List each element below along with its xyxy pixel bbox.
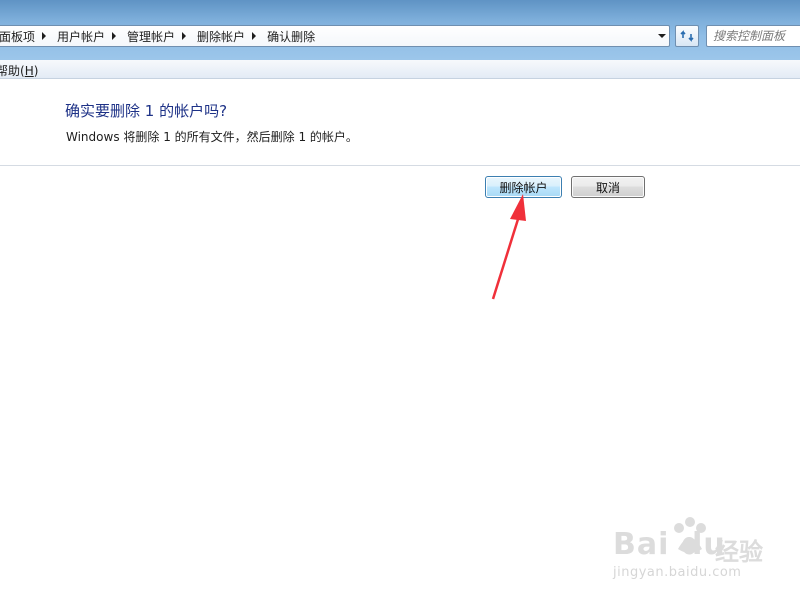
breadcrumb-item[interactable]: 确认删除 xyxy=(267,26,320,46)
arrow-shaft xyxy=(491,215,521,300)
breadcrumb-item[interactable]: 管理帐户 xyxy=(127,26,197,46)
menu-help-key: H xyxy=(24,64,34,78)
cancel-button[interactable]: 取消 xyxy=(571,176,645,198)
breadcrumb-label[interactable]: 面板项 xyxy=(0,28,40,45)
chevron-right-icon[interactable] xyxy=(250,32,258,40)
breadcrumb-item[interactable]: 面板项 xyxy=(0,26,57,46)
window-frame: 面板项 用户帐户 管理帐户 删除帐户 确认删除 xyxy=(0,0,800,60)
chevron-right-icon[interactable] xyxy=(40,32,48,40)
menu-bar: 帮助(H) xyxy=(0,60,800,79)
divider xyxy=(0,165,800,166)
confirm-description: Windows 将删除 1 的所有文件，然后删除 1 的帐户。 xyxy=(66,130,358,144)
breadcrumb-label[interactable]: 管理帐户 xyxy=(127,28,180,45)
watermark-url: jingyan.baidu.com xyxy=(613,565,742,580)
paw-icon xyxy=(674,517,706,553)
breadcrumb-label[interactable]: 确认删除 xyxy=(267,28,320,45)
menu-help-prefix: 帮助( xyxy=(0,64,25,78)
menu-help-suffix: ) xyxy=(33,64,39,78)
search-input-container[interactable] xyxy=(706,25,800,47)
watermark: Bai du 经验 jingyan.baidu.com xyxy=(613,515,798,585)
address-bar[interactable]: 面板项 用户帐户 管理帐户 删除帐户 确认删除 xyxy=(0,25,670,47)
arrow-head xyxy=(510,194,526,221)
search-input[interactable] xyxy=(707,26,800,46)
watermark-text: 经验 xyxy=(715,538,763,566)
chevron-right-icon[interactable] xyxy=(110,32,118,40)
breadcrumb-label[interactable]: 删除帐户 xyxy=(197,28,250,45)
menu-item-help[interactable]: 帮助(H) xyxy=(0,62,38,79)
breadcrumb-label[interactable]: 用户帐户 xyxy=(57,28,110,45)
annotation-arrow-icon xyxy=(491,194,526,300)
breadcrumb-item[interactable]: 删除帐户 xyxy=(197,26,267,46)
chevron-right-icon[interactable] xyxy=(180,32,188,40)
refresh-icon xyxy=(680,30,694,42)
breadcrumb-item[interactable]: 用户帐户 xyxy=(57,26,127,46)
page-title: 确实要删除 1 的帐户吗? xyxy=(65,102,228,120)
chevron-down-icon[interactable] xyxy=(658,32,666,40)
refresh-button[interactable] xyxy=(675,25,699,47)
